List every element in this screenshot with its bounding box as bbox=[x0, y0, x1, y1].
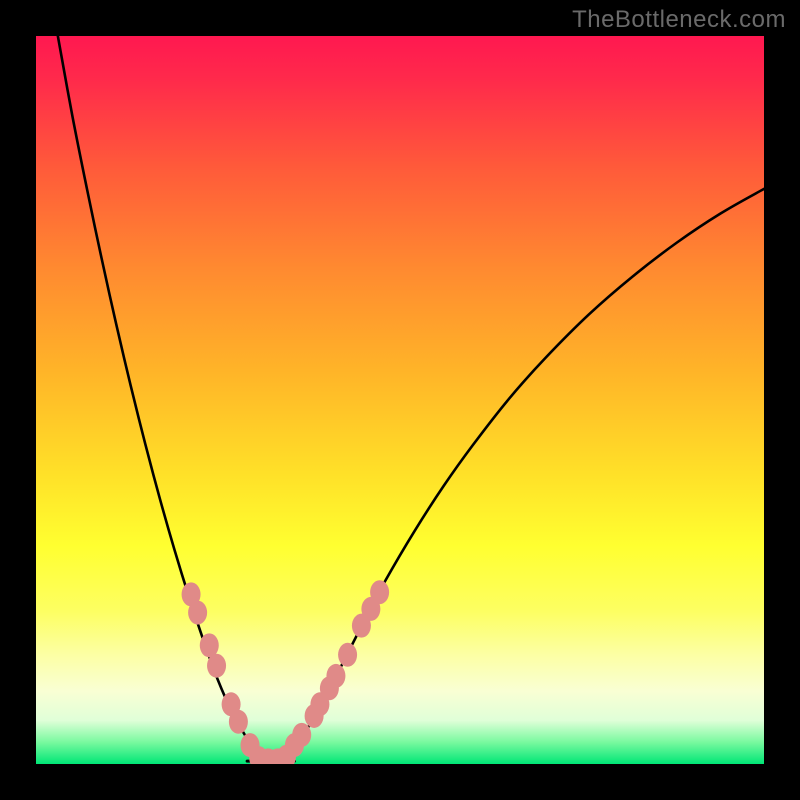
marker-right bbox=[292, 723, 311, 747]
plot-area bbox=[36, 36, 764, 764]
marker-left bbox=[200, 633, 219, 657]
watermark-label: TheBottleneck.com bbox=[572, 6, 786, 34]
marker-left bbox=[188, 601, 207, 625]
marker-right bbox=[338, 643, 357, 667]
marker-right bbox=[370, 580, 389, 604]
gradient-background bbox=[36, 36, 764, 764]
plot-svg bbox=[36, 36, 764, 764]
marker-left bbox=[207, 654, 226, 678]
marker-left bbox=[229, 710, 248, 734]
marker-right bbox=[326, 664, 345, 688]
chart-frame: TheBottleneck.com bbox=[0, 0, 800, 800]
